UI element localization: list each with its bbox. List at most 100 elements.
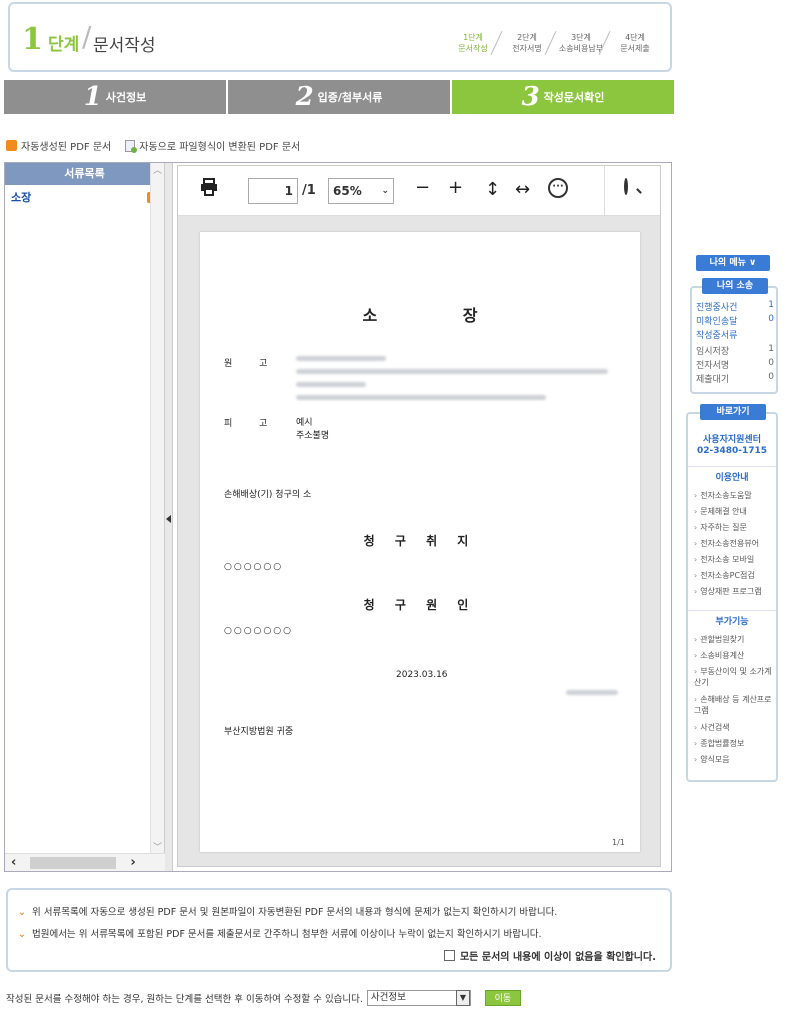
my-case-header: 나의 소송 (702, 278, 768, 294)
legend: 자동생성된 PDF 문서 자동으로 파일형식이 변환된 PDF 문서 (6, 138, 300, 153)
converted-pdf-icon (125, 139, 138, 153)
legend-auto-pdf: 자동생성된 PDF 문서 (21, 142, 112, 153)
my-case-row[interactable]: 임시저장 1 (696, 344, 774, 357)
confirmation-box: ⌄ 위 서류목록에 자동으로 생성된 PDF 문서 및 원본파일이 자동변환된 P… (6, 888, 672, 972)
print-icon[interactable] (200, 178, 218, 201)
case-name: 손해배상(기) 청구의 소 (224, 490, 312, 500)
usage-link[interactable]: 전자소송PC점검 (694, 570, 776, 581)
redacted-text (296, 382, 366, 387)
notice-line-1: ⌄ 위 서류목록에 자동으로 생성된 PDF 문서 및 원본파일이 자동변환된 P… (18, 907, 558, 918)
fit-height-icon[interactable]: ↕ (485, 179, 500, 200)
zoom-select[interactable]: 65% ⌄ (328, 178, 394, 204)
current-step-number: 1 (22, 22, 43, 57)
my-case-row[interactable]: 미확인송달 0 (696, 314, 774, 327)
pdf-viewer: 1 /1 65% ⌄ − + ↕ ↔ ··· 소 장 원 고 피 고 예시 주소불… (177, 165, 661, 867)
defendant-address: 주소불명 (296, 431, 330, 441)
tab-review[interactable]: 3 작성문서확인 (452, 80, 674, 114)
chevron-down-icon: ▼ (455, 990, 470, 1006)
usage-link[interactable]: 전자소송도움말 (694, 490, 776, 501)
collapse-arrow-icon[interactable] (166, 515, 171, 523)
scroll-up-icon[interactable]: ︿ (151, 163, 164, 176)
my-case-row[interactable]: 제출대기 0 (696, 372, 774, 385)
my-case-row[interactable]: 작성중서류 (696, 328, 774, 341)
scroll-down-icon[interactable]: ﹀ (151, 840, 164, 853)
usage-link[interactable]: 전자소송 모바일 (694, 554, 776, 565)
search-icon[interactable] (624, 178, 628, 195)
more-options-icon[interactable]: ··· (548, 178, 568, 198)
extra-link[interactable]: 소송비용계산 (694, 650, 776, 661)
court-name: 부산지방법원 귀중 (224, 727, 294, 737)
scroll-right-icon[interactable]: › (124, 855, 141, 870)
shortcut-header: 바로가기 (700, 404, 766, 420)
tab-evidence[interactable]: 2 입증/첨부서류 (228, 80, 452, 114)
edit-navigation: 작성된 문서를 수정해야 하는 경우, 원하는 단계를 선택한 후 이동하여 수… (6, 990, 521, 1006)
redacted-text (296, 369, 608, 374)
claim-purpose-body: ○○○○○○ (224, 562, 284, 572)
document-list: 서류목록 소장 ︿ ﹀ ‹ › (5, 163, 165, 871)
document-date: 2023.03.16 (396, 670, 448, 680)
current-step-word: 단계 (48, 35, 80, 55)
checkbox-icon[interactable] (443, 950, 455, 961)
support-phone: 02-3480-1715 (696, 446, 768, 456)
confirm-checkbox[interactable]: 모든 문서의 내용에 이상이 없음을 확인합니다. (443, 948, 656, 963)
claim-cause-title: 청 구 원 인 (363, 598, 477, 612)
redacted-signature (566, 690, 618, 695)
shortcut-panel: 바로가기 사용자지원센터 02-3480-1715 이용안내 전자소송도움말 문… (686, 404, 778, 782)
chevron-down-icon: ⌄ (18, 929, 26, 940)
current-step-title: 문서작성 (93, 36, 156, 56)
zoom-out-icon[interactable]: − (415, 177, 430, 198)
fit-width-icon[interactable]: ↔ (515, 179, 530, 200)
extra-features-header: 부가기능 (688, 610, 776, 627)
usage-link[interactable]: 문제해결 안내 (694, 506, 776, 517)
pdf-toolbar: 1 /1 65% ⌄ − + ↕ ↔ ··· (178, 166, 660, 216)
panel-splitter[interactable] (165, 163, 173, 871)
extra-link[interactable]: 사건검색 (694, 722, 776, 733)
my-menu-button[interactable]: 나의 메뉴 ∨ (696, 255, 770, 271)
page-total: /1 (302, 183, 316, 198)
usage-link[interactable]: 자주하는 질문 (694, 522, 776, 533)
my-case-row[interactable]: 진행중사건 1 (696, 300, 774, 313)
document-title: 소 장 (362, 306, 518, 325)
step-indicator: 1단계 문서작성 2단계 전자서명 3단계 소송비용납부 4단계 문서제출 (446, 32, 662, 54)
usage-guide-header: 이용안내 (688, 466, 776, 483)
vertical-scrollbar[interactable]: ︿ ﹀ (150, 163, 164, 853)
usage-link[interactable]: 전자소송전용뷰어 (694, 538, 776, 549)
substep-tabs: 1 사건정보 2 입증/첨부서류 3 작성문서확인 (4, 80, 674, 114)
claim-cause-body: ○○○○○○○ (224, 626, 293, 636)
usage-link[interactable]: 영상재판 프로그램 (694, 586, 776, 597)
redacted-text (296, 356, 386, 361)
chevron-down-icon: ⌄ (18, 907, 26, 918)
page-number-input[interactable]: 1 (248, 178, 298, 204)
step-4: 4단계 문서제출 (608, 32, 662, 54)
my-case-panel: 나의 소송 진행중사건 1 미확인송달 0 작성중서류 임시저장 1 전자서명 0 제출… (690, 278, 778, 394)
tab-case-info[interactable]: 1 사건정보 (4, 80, 228, 114)
legend-converted-pdf: 자동으로 파일형식이 변환된 PDF 문서 (139, 142, 301, 153)
defendant-label: 피 고 (224, 419, 280, 429)
scroll-thumb[interactable] (30, 856, 117, 869)
redacted-text (296, 395, 546, 400)
move-button[interactable]: 이동 (484, 990, 521, 1006)
extra-link[interactable]: 양식모음 (694, 754, 776, 765)
extra-link[interactable]: 부동산이익 및 소가계산기 (694, 666, 776, 688)
pdf-page: 소 장 원 고 피 고 예시 주소불명 손해배상(기) 청구의 소 청 구 취 … (200, 232, 640, 852)
defendant-name: 예시 (296, 418, 313, 428)
step-select[interactable]: 사건정보 ▼ (366, 990, 471, 1006)
extra-link[interactable]: 종합법률정보 (694, 738, 776, 749)
edit-instruction: 작성된 문서를 수정해야 하는 경우, 원하는 단계를 선택한 후 이동하여 수… (6, 994, 363, 1005)
notice-line-2: ⌄ 법원에서는 위 서류목록에 포함된 PDF 문서를 제출문서로 간주하니 첨부… (18, 929, 542, 940)
page-footer: 1/1 (612, 838, 625, 847)
my-case-row[interactable]: 전자서명 0 (696, 358, 774, 371)
toolbar-divider (604, 166, 605, 216)
extra-link[interactable]: 관할법원찾기 (694, 634, 776, 645)
document-frame: 서류목록 소장 ︿ ﹀ ‹ › 1 /1 65% ⌄ − + ↕ ↔ ··· 소… (4, 162, 672, 872)
support-center-label: 사용자지원센터 (703, 435, 761, 445)
horizontal-scrollbar[interactable]: ‹ › (5, 853, 165, 871)
step-header: 1 단계 / 문서작성 1단계 문서작성 2단계 전자서명 3단계 소송비용납부 4단… (8, 2, 672, 72)
list-item[interactable]: 소장 (5, 185, 164, 209)
plaintiff-label: 원 고 (224, 359, 280, 369)
step-divider: / (82, 20, 92, 53)
extra-link[interactable]: 손해배상 등 계산프로그램 (694, 694, 776, 716)
zoom-in-icon[interactable]: + (448, 177, 463, 198)
claim-purpose-title: 청 구 취 지 (363, 534, 477, 548)
scroll-left-icon[interactable]: ‹ (5, 855, 22, 870)
